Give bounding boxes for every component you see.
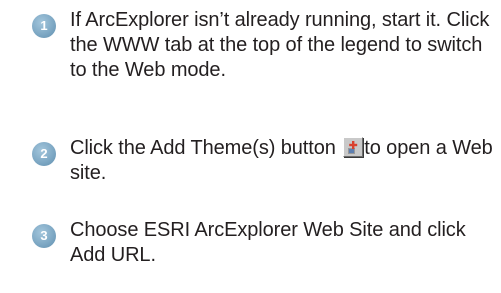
step-number-badge: 3 [32,224,56,248]
step-number-badge: 1 [32,14,56,38]
step-text: Choose ESRI ArcExplorer Web Site and cli… [70,219,466,266]
step-number-badge: 2 [32,142,56,166]
add-theme-icon [348,141,358,154]
add-theme-button-icon [343,137,364,157]
step-text-before: Click the Add Theme(s) button [70,137,336,159]
step-text: If ArcExplorer isn’t already running, st… [70,9,490,81]
step-text: Click the Add Theme(s) button to open a … [70,136,494,186]
